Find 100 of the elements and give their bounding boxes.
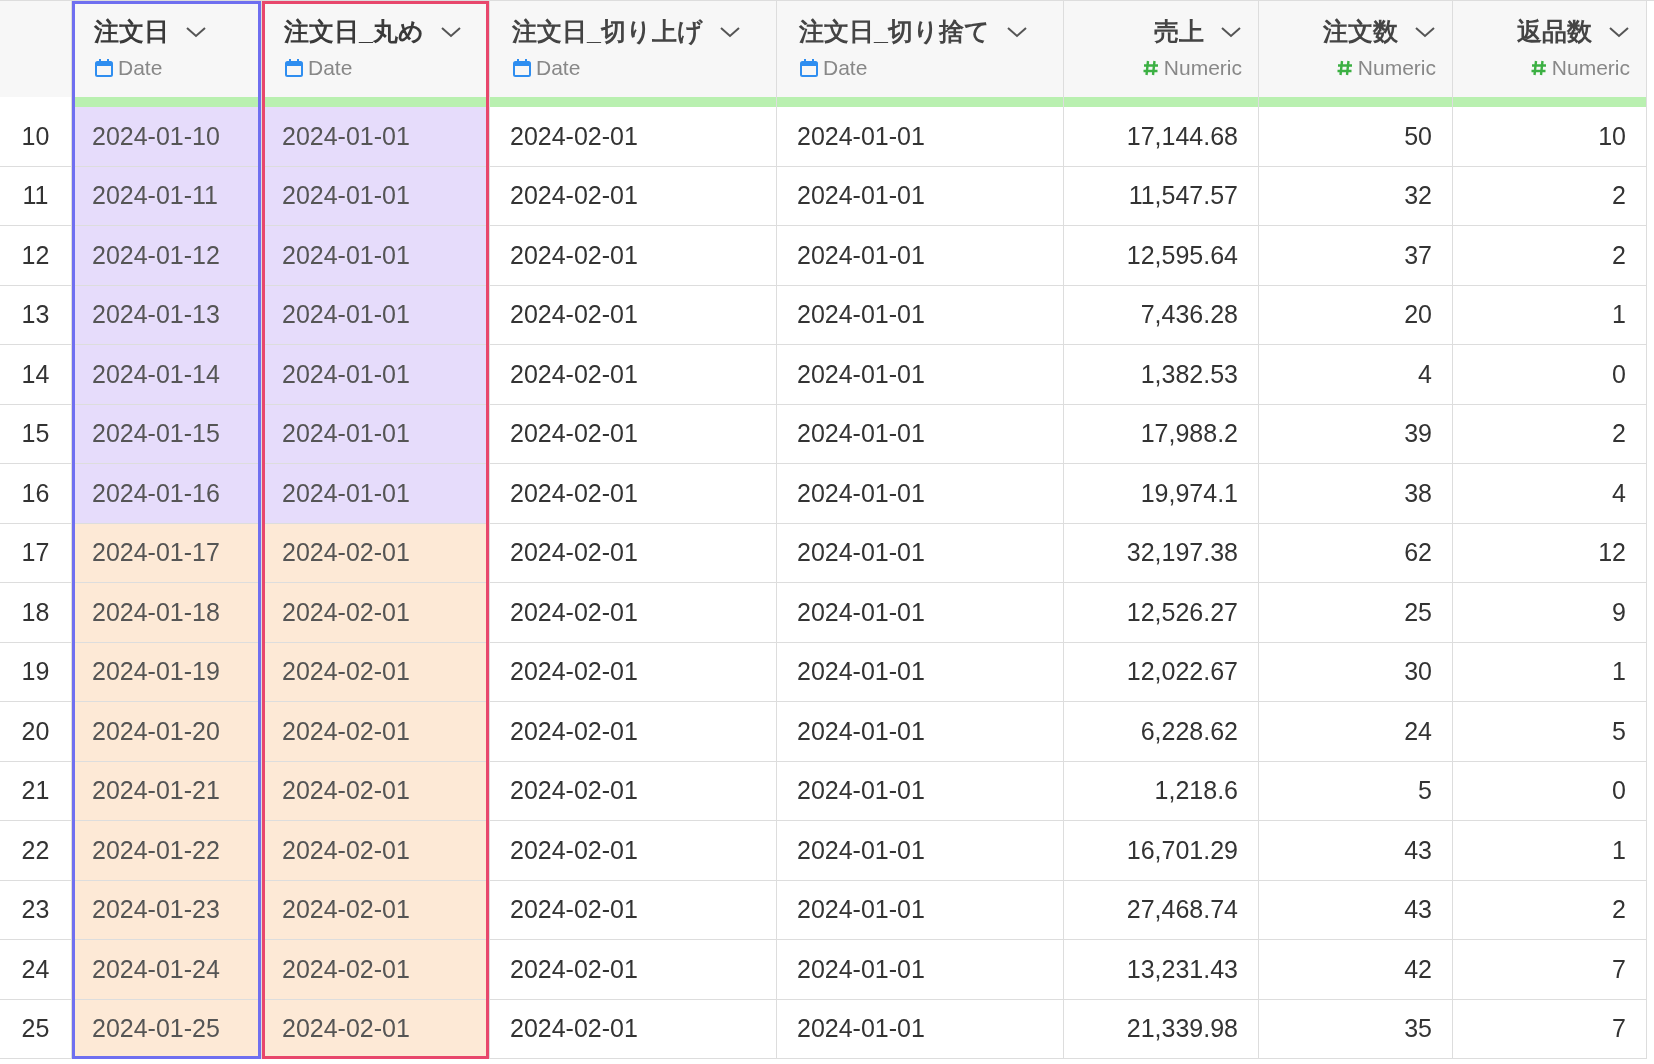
table-cell: 1 [1453, 285, 1646, 345]
table-cell: 2024-02-01 [490, 464, 776, 524]
highlighted-cell: 2024-01-17 [72, 523, 261, 583]
column-header-cell[interactable]: 注文日_切り上げ Date [490, 1, 776, 97]
table-cell: 2024-02-01 [490, 583, 776, 643]
highlighted-cell: 2024-01-22 [72, 821, 261, 881]
chevron-down-icon[interactable] [185, 25, 207, 38]
column-header-cell[interactable]: 注文日_丸め Date [262, 1, 489, 97]
table-cell: 2 [1453, 166, 1646, 226]
table-cell: 13,231.43 [1064, 940, 1258, 1000]
column-header-cell[interactable]: 注文数 Numeric [1259, 1, 1452, 97]
row-number: 20 [21, 716, 50, 746]
column-header-cell[interactable]: 返品数 Numeric [1453, 1, 1646, 97]
highlighted-cell: 2024-01-16 [72, 464, 261, 524]
table-cell: 38 [1259, 464, 1452, 524]
table-cell: 2024-01-01 [777, 821, 1063, 881]
highlighted-cell: 2024-01-14 [72, 345, 261, 405]
table-cell: 2024-02-01 [490, 940, 776, 1000]
table-cell: 62 [1259, 523, 1452, 583]
column-header[interactable]: 返品数 [1517, 15, 1592, 48]
table-cell: 2024-01-01 [777, 940, 1063, 1000]
highlighted-cell: 2024-01-11 [72, 166, 261, 226]
row-number: 14 [21, 359, 50, 389]
table-cell: 39 [1259, 404, 1452, 464]
table-cell: 2 [1453, 880, 1646, 940]
table-cell: 2024-02-01 [490, 285, 776, 345]
highlighted-cell: 2024-02-01 [262, 940, 489, 1000]
table-cell: 2 [1453, 226, 1646, 286]
table-cell: 4 [1259, 345, 1452, 405]
column-header[interactable]: 注文日_切り上げ [512, 15, 703, 48]
row-number: 17 [21, 538, 50, 568]
table-cell: 2024-01-01 [777, 761, 1063, 821]
table-cell: 2024-02-01 [490, 880, 776, 940]
row-number: 10 [21, 121, 50, 151]
hash-icon [1529, 59, 1548, 77]
table-cell: 2024-02-01 [490, 345, 776, 405]
table-cell: 1,218.6 [1064, 761, 1258, 821]
table-cell: 2024-02-01 [490, 107, 776, 167]
column-header-cell[interactable]: 注文日_切り捨て Date [777, 1, 1063, 97]
highlighted-cell: 2024-01-01 [262, 345, 489, 405]
table-cell: 2024-02-01 [490, 642, 776, 702]
table-cell: 7,436.28 [1064, 285, 1258, 345]
highlighted-cell: 2024-01-19 [72, 642, 261, 702]
table-cell: 7 [1453, 999, 1646, 1059]
table-cell: 2024-01-01 [777, 523, 1063, 583]
table-cell: 2024-01-01 [777, 404, 1063, 464]
column-type: Date [118, 56, 163, 80]
column-type: Date [823, 56, 868, 80]
table-cell: 12,595.64 [1064, 226, 1258, 286]
column-header[interactable]: 注文日_切り捨て [799, 15, 990, 48]
table-cell: 12 [1453, 523, 1646, 583]
table-cell: 2 [1453, 404, 1646, 464]
highlighted-cell: 2024-01-01 [262, 226, 489, 286]
row-number: 22 [21, 835, 50, 865]
table-cell: 1,382.53 [1064, 345, 1258, 405]
highlighted-cell: 2024-01-23 [72, 880, 261, 940]
row-number: 15 [21, 419, 50, 449]
table-cell: 37 [1259, 226, 1452, 286]
table-cell: 32 [1259, 166, 1452, 226]
row-number: 23 [21, 895, 50, 925]
column-type: Date [308, 56, 353, 80]
table-cell: 2024-01-01 [777, 642, 1063, 702]
row-number: 18 [21, 597, 50, 627]
row-number: 16 [21, 478, 50, 508]
highlighted-cell: 2024-01-01 [262, 404, 489, 464]
chevron-down-icon[interactable] [1608, 25, 1630, 38]
highlighted-cell: 2024-02-01 [262, 642, 489, 702]
column-header[interactable]: 売上 [1154, 15, 1204, 48]
calendar-icon [284, 58, 304, 78]
column-header[interactable]: 注文数 [1323, 15, 1398, 48]
table-cell: 0 [1453, 345, 1646, 405]
table-cell: 2024-01-01 [777, 226, 1063, 286]
calendar-icon [799, 58, 819, 78]
row-number: 25 [21, 1014, 50, 1044]
highlighted-cell: 2024-01-12 [72, 226, 261, 286]
highlighted-cell: 2024-02-01 [262, 880, 489, 940]
chevron-down-icon[interactable] [1220, 25, 1242, 38]
table-cell: 50 [1259, 107, 1452, 167]
table-cell: 2024-02-01 [490, 523, 776, 583]
chevron-down-icon[interactable] [718, 25, 741, 38]
row-number: 12 [21, 240, 50, 270]
table-cell: 5 [1453, 702, 1646, 762]
column-type: Numeric [1551, 56, 1630, 80]
highlighted-cell: 2024-01-01 [262, 285, 489, 345]
table-cell: 30 [1259, 642, 1452, 702]
table-cell: 9 [1453, 583, 1646, 643]
chevron-down-icon[interactable] [1005, 25, 1028, 38]
table-cell: 2024-02-01 [490, 761, 776, 821]
column-header-cell[interactable]: 売上 Numeric [1064, 1, 1258, 97]
table-cell: 19,974.1 [1064, 464, 1258, 524]
chevron-down-icon[interactable] [1414, 25, 1436, 38]
chevron-down-icon[interactable] [439, 25, 462, 38]
column-header-cell[interactable]: 注文日 Date [72, 1, 261, 97]
table-cell: 2024-01-01 [777, 345, 1063, 405]
table-cell: 2024-02-01 [490, 226, 776, 286]
highlighted-cell: 2024-01-20 [72, 702, 261, 762]
column-header[interactable]: 注文日 [94, 15, 169, 48]
highlighted-cell: 2024-01-10 [72, 107, 261, 167]
column-header[interactable]: 注文日_丸め [284, 15, 424, 48]
highlighted-cell: 2024-02-01 [262, 821, 489, 881]
